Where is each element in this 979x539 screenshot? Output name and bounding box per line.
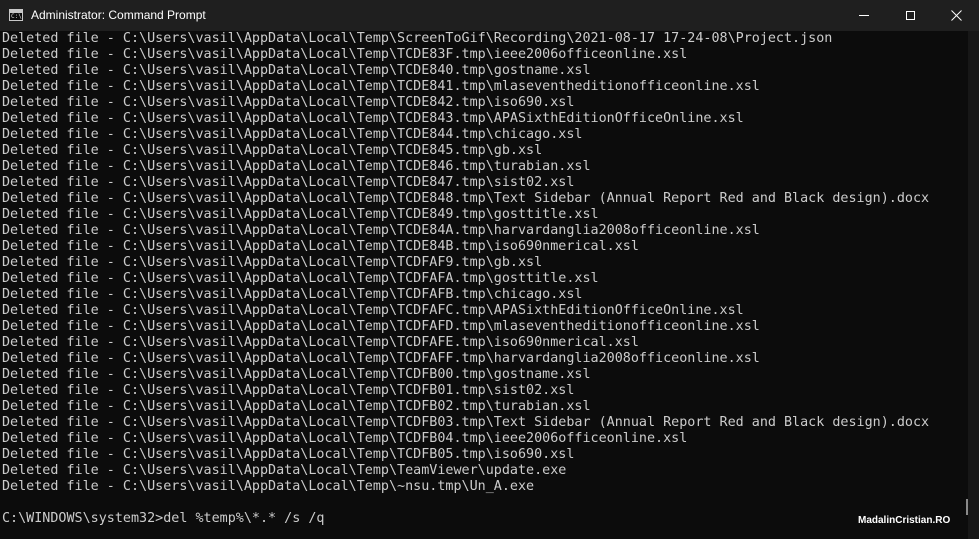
- command-prompt-line: C:\WINDOWS\system32>del %temp%\*.* /s /q: [2, 511, 325, 526]
- minimize-icon: [859, 15, 869, 16]
- console-line: Deleted file - C:\Users\vasil\AppData\Lo…: [2, 63, 591, 78]
- console-line: Deleted file - C:\Users\vasil\AppData\Lo…: [2, 191, 930, 206]
- console-line: Deleted file - C:\Users\vasil\AppData\Lo…: [2, 479, 535, 494]
- console-line: Deleted file - C:\Users\vasil\AppData\Lo…: [2, 351, 760, 366]
- console-line: Deleted file - C:\Users\vasil\AppData\Lo…: [2, 287, 583, 302]
- console-line: Deleted file - C:\Users\vasil\AppData\Lo…: [2, 415, 930, 430]
- console-line: Deleted file - C:\Users\vasil\AppData\Lo…: [2, 223, 760, 238]
- console-line: Deleted file - C:\Users\vasil\AppData\Lo…: [2, 79, 760, 94]
- app-icon-label: C:\: [11, 13, 22, 20]
- title-bar[interactable]: C:\ Administrator: Command Prompt: [0, 0, 979, 31]
- command-prompt-icon[interactable]: C:\: [9, 9, 23, 21]
- window-title: Administrator: Command Prompt: [31, 8, 206, 22]
- console-line: Deleted file - C:\Users\vasil\AppData\Lo…: [2, 111, 744, 126]
- maximize-icon: [905, 11, 915, 20]
- console-line: Deleted file - C:\Users\vasil\AppData\Lo…: [2, 335, 639, 350]
- maximize-button[interactable]: [887, 0, 933, 31]
- scrollbar-thumb[interactable]: [966, 499, 968, 515]
- console-line: Deleted file - C:\Users\vasil\AppData\Lo…: [2, 303, 744, 318]
- close-icon: [950, 10, 962, 21]
- console-line: Deleted file - C:\Users\vasil\AppData\Lo…: [2, 447, 575, 462]
- watermark: MadalinCristian.RO: [858, 515, 951, 526]
- console-line: Deleted file - C:\Users\vasil\AppData\Lo…: [2, 463, 567, 478]
- console-line: Deleted file - C:\Users\vasil\AppData\Lo…: [2, 207, 599, 222]
- console-line: Deleted file - C:\Users\vasil\AppData\Lo…: [2, 319, 760, 334]
- minimize-button[interactable]: [841, 0, 887, 31]
- console-line: Deleted file - C:\Users\vasil\AppData\Lo…: [2, 95, 575, 110]
- console-line: Deleted file - C:\Users\vasil\AppData\Lo…: [2, 175, 575, 190]
- console-line: Deleted file - C:\Users\vasil\AppData\Lo…: [2, 431, 688, 446]
- console-line: Deleted file - C:\Users\vasil\AppData\Lo…: [2, 367, 591, 382]
- console-line: Deleted file - C:\Users\vasil\AppData\Lo…: [2, 383, 575, 398]
- console-line: Deleted file - C:\Users\vasil\AppData\Lo…: [2, 143, 543, 158]
- console-line: Deleted file - C:\Users\vasil\AppData\Lo…: [2, 31, 833, 46]
- console-line: Deleted file - C:\Users\vasil\AppData\Lo…: [2, 239, 639, 254]
- console-line: Deleted file - C:\Users\vasil\AppData\Lo…: [2, 159, 591, 174]
- console-line: Deleted file - C:\Users\vasil\AppData\Lo…: [2, 399, 591, 414]
- console-output[interactable]: Deleted file - C:\Users\vasil\AppData\Lo…: [0, 31, 968, 539]
- console-line: Deleted file - C:\Users\vasil\AppData\Lo…: [2, 47, 688, 62]
- console-line: Deleted file - C:\Users\vasil\AppData\Lo…: [2, 271, 599, 286]
- vertical-scrollbar[interactable]: [968, 31, 979, 539]
- console-line: Deleted file - C:\Users\vasil\AppData\Lo…: [2, 127, 583, 142]
- close-button[interactable]: [933, 0, 979, 31]
- console-line: Deleted file - C:\Users\vasil\AppData\Lo…: [2, 255, 543, 270]
